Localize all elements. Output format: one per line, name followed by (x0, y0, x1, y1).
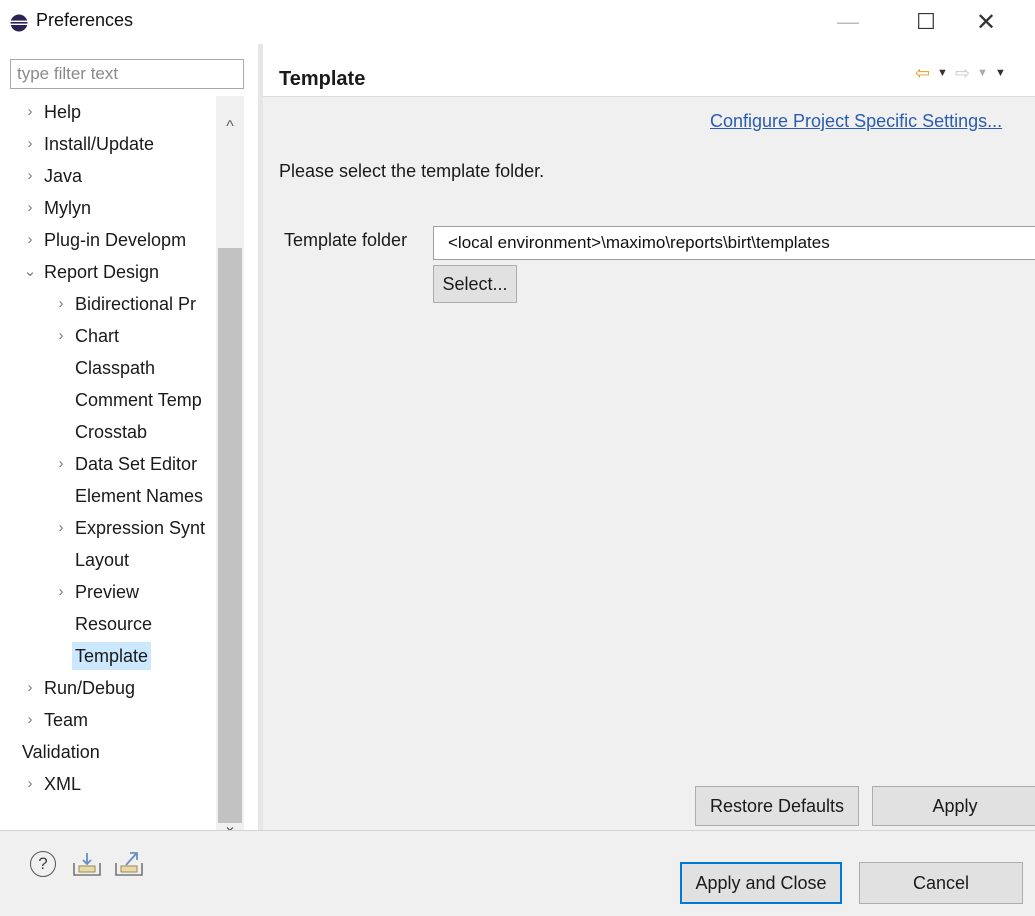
tree-item-layout[interactable]: Layout (0, 544, 216, 576)
tree-item-label: Bidirectional Pr (75, 294, 197, 314)
tree-item-label: Element Names (75, 486, 204, 506)
collapse-arrow-icon[interactable]: ⌄ (22, 256, 38, 288)
header-separator (263, 96, 1035, 97)
expand-arrow-icon[interactable]: › (53, 320, 69, 352)
tree-item-crosstab[interactable]: Crosstab (0, 416, 216, 448)
tree-item-label: Chart (75, 326, 120, 346)
title-bar: Preferences — ☐ ✕ (0, 0, 1035, 44)
tree-item-data-set-editor[interactable]: › Data Set Editor (0, 448, 216, 480)
tree-item-resource[interactable]: Resource (0, 608, 216, 640)
expand-arrow-icon[interactable]: › (53, 288, 69, 320)
forward-arrow-icon[interactable]: ⇨ (955, 62, 970, 84)
expand-arrow-icon[interactable]: › (22, 768, 38, 800)
tree-item-label: Preview (75, 582, 140, 602)
scroll-up-icon[interactable]: ^ (216, 114, 244, 140)
expand-arrow-icon[interactable]: › (53, 448, 69, 480)
tree-item-label: Help (44, 102, 82, 122)
eclipse-icon (10, 14, 28, 32)
tree-item-plugin-development[interactable]: › Plug-in Developm (0, 224, 216, 256)
tree-item-label: Mylyn (44, 198, 92, 218)
tree-item-preview[interactable]: › Preview (0, 576, 216, 608)
tree-item-classpath[interactable]: Classpath (0, 352, 216, 384)
tree-item-label: Report Design (44, 262, 160, 282)
tree-item-label: Comment Temp (75, 390, 202, 410)
vertical-scroll-thumb[interactable] (218, 248, 242, 823)
expand-arrow-icon[interactable]: › (22, 160, 38, 192)
window-title: Preferences (36, 10, 134, 30)
expand-arrow-icon[interactable]: › (22, 224, 38, 256)
apply-and-close-button[interactable]: Apply and Close (680, 862, 842, 904)
tree-item-validation[interactable]: Validation (0, 736, 216, 768)
tree-item-bidirectional[interactable]: › Bidirectional Pr (0, 288, 216, 320)
tree-item-comment-templates[interactable]: Comment Temp (0, 384, 216, 416)
tree-item-install-update[interactable]: › Install/Update (0, 128, 216, 160)
expand-arrow-icon[interactable]: › (22, 672, 38, 704)
expand-arrow-icon[interactable]: › (22, 128, 38, 160)
tree-item-chart[interactable]: › Chart (0, 320, 216, 352)
tree-item-label: Install/Update (44, 134, 155, 154)
tree-item-label: Java (44, 166, 83, 186)
export-icon[interactable] (114, 849, 144, 877)
tree-item-label: Data Set Editor (75, 454, 198, 474)
tree-item-run-debug[interactable]: › Run/Debug (0, 672, 216, 704)
tree-item-report-design[interactable]: ⌄ Report Design (0, 256, 216, 288)
minimize-button[interactable]: — (820, 0, 876, 44)
help-icon[interactable]: ? (30, 851, 56, 877)
apply-button[interactable]: Apply (872, 786, 1035, 826)
template-folder-input[interactable] (433, 226, 1035, 260)
forward-history-dropdown-icon[interactable]: ▼ (977, 62, 988, 84)
tree-item-label: Validation (22, 742, 100, 762)
tree-item-java[interactable]: › Java (0, 160, 216, 192)
tree-item-mylyn[interactable]: › Mylyn (0, 192, 216, 224)
tree-item-label: Layout (75, 550, 130, 570)
close-button[interactable]: ✕ (958, 0, 1014, 44)
preferences-tree-pane: › Help › Install/Update › Java › Mylyn ›… (0, 44, 258, 851)
expand-arrow-icon[interactable]: › (22, 192, 38, 224)
tree-item-label-selected: Template (72, 642, 152, 670)
maximize-button[interactable]: ☐ (898, 0, 954, 44)
dialog-footer: ? Apply and Close Cancel (0, 831, 1035, 916)
cancel-button[interactable]: Cancel (859, 862, 1023, 904)
tree-item-label: Classpath (75, 358, 156, 378)
view-menu-dropdown-icon[interactable]: ▼ (995, 62, 1006, 84)
preferences-tree: › Help › Install/Update › Java › Mylyn ›… (0, 96, 216, 851)
expand-arrow-icon[interactable]: › (22, 704, 38, 736)
tree-item-element-names[interactable]: Element Names (0, 480, 216, 512)
import-icon[interactable] (72, 851, 102, 877)
preference-page: Template ⇦ ▼ ⇨ ▼ ▼ Configure Project Spe… (263, 44, 1035, 830)
tree-item-label: Run/Debug (44, 678, 136, 698)
configure-project-settings-link[interactable]: Configure Project Specific Settings... (710, 111, 1002, 132)
page-title: Template (279, 68, 366, 90)
tree-item-expression-syntax[interactable]: › Expression Synt (0, 512, 216, 544)
tree-item-label: XML (44, 774, 82, 794)
tree-item-label: Expression Synt (75, 518, 206, 538)
back-arrow-icon[interactable]: ⇦ (915, 62, 930, 84)
restore-defaults-button[interactable]: Restore Defaults (695, 786, 859, 826)
tree-item-team[interactable]: › Team (0, 704, 216, 736)
template-folder-label: Template folder (284, 230, 408, 250)
expand-arrow-icon[interactable]: › (53, 512, 69, 544)
expand-arrow-icon[interactable]: › (53, 576, 69, 608)
tree-vertical-scrollbar[interactable]: ^ ⌄ (216, 96, 244, 851)
tree-item-label: Plug-in Developm (44, 230, 187, 250)
back-history-dropdown-icon[interactable]: ▼ (937, 62, 948, 84)
expand-arrow-icon[interactable]: › (22, 96, 38, 128)
tree-item-xml[interactable]: › XML (0, 768, 216, 800)
filter-input[interactable] (10, 59, 244, 89)
page-header: Template ⇦ ▼ ⇨ ▼ ▼ (263, 44, 1035, 96)
preferences-window: Preferences — ☐ ✕ › Help › Install/Updat… (0, 0, 1035, 916)
tree-item-label: Team (44, 710, 89, 730)
page-description: Please select the template folder. (279, 161, 545, 181)
tree-item-label: Resource (75, 614, 153, 634)
tree-item-template[interactable]: Template (0, 640, 216, 672)
tree-item-label: Crosstab (75, 422, 148, 442)
page-navigation: ⇦ ▼ ⇨ ▼ ▼ (915, 62, 1035, 84)
tree-item-help[interactable]: › Help (0, 96, 216, 128)
select-button[interactable]: Select... (433, 265, 517, 303)
